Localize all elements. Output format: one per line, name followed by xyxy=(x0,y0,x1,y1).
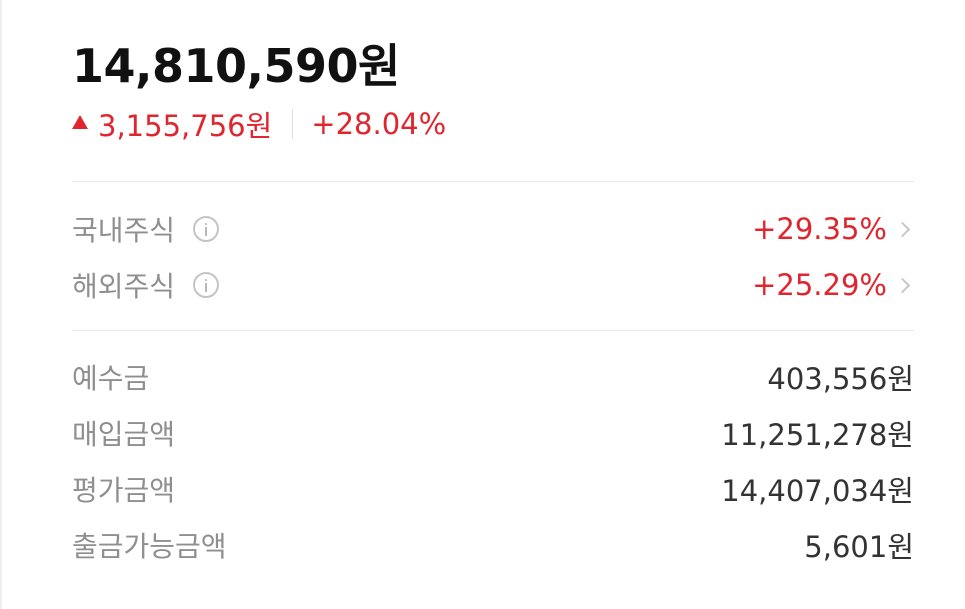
detail-value: 403,556원 xyxy=(767,362,914,396)
detail-value: 11,251,278원 xyxy=(721,418,914,452)
divider xyxy=(72,330,914,331)
info-icon[interactable] xyxy=(193,216,220,242)
change-separator xyxy=(292,109,294,139)
chevron-right-icon[interactable] xyxy=(894,277,911,293)
total-asset-value: 14,810,590원 xyxy=(72,39,400,93)
detail-label: 예수금 xyxy=(72,362,150,395)
detail-value: 14,407,034원 xyxy=(721,474,914,508)
detail-row-withdrawable-amount: 출금가능금액 5,601원 xyxy=(72,523,914,567)
divider xyxy=(72,181,914,182)
return-label-text: 국내주식 xyxy=(72,214,176,247)
return-percent: +25.29% xyxy=(752,268,887,302)
profit-percent: +28.04% xyxy=(311,107,447,141)
left-divider xyxy=(0,0,2,609)
detail-row-valuation-amount: 평가금액 14,407,034원 xyxy=(72,467,914,511)
detail-label: 평가금액 xyxy=(72,474,176,507)
detail-value: 5,601원 xyxy=(804,530,914,564)
return-row-domestic[interactable]: 국내주식 +29.35% xyxy=(72,207,914,251)
detail-row-deposit: 예수금 403,556원 xyxy=(72,355,914,399)
return-value: +25.29% xyxy=(752,268,914,302)
chevron-right-icon[interactable] xyxy=(894,221,911,237)
return-label: 해외주식 xyxy=(72,265,220,305)
return-label: 국내주식 xyxy=(72,209,220,249)
detail-label: 출금가능금액 xyxy=(72,530,227,563)
profit-amount: 3,155,756원 xyxy=(98,109,273,143)
return-value: +29.35% xyxy=(752,212,914,246)
return-label-text: 해외주식 xyxy=(72,270,176,303)
profit-change-row: 3,155,756원 +28.04% xyxy=(72,104,446,144)
account-summary-card: 14,810,590원 3,155,756원 +28.04% 국내주식 +29.… xyxy=(72,0,914,609)
info-icon[interactable] xyxy=(193,272,220,298)
return-percent: +29.35% xyxy=(752,212,887,246)
up-triangle-icon xyxy=(72,115,88,129)
return-row-overseas[interactable]: 해외주식 +25.29% xyxy=(72,263,914,307)
detail-row-purchase-amount: 매입금액 11,251,278원 xyxy=(72,411,914,455)
detail-label: 매입금액 xyxy=(72,418,176,451)
